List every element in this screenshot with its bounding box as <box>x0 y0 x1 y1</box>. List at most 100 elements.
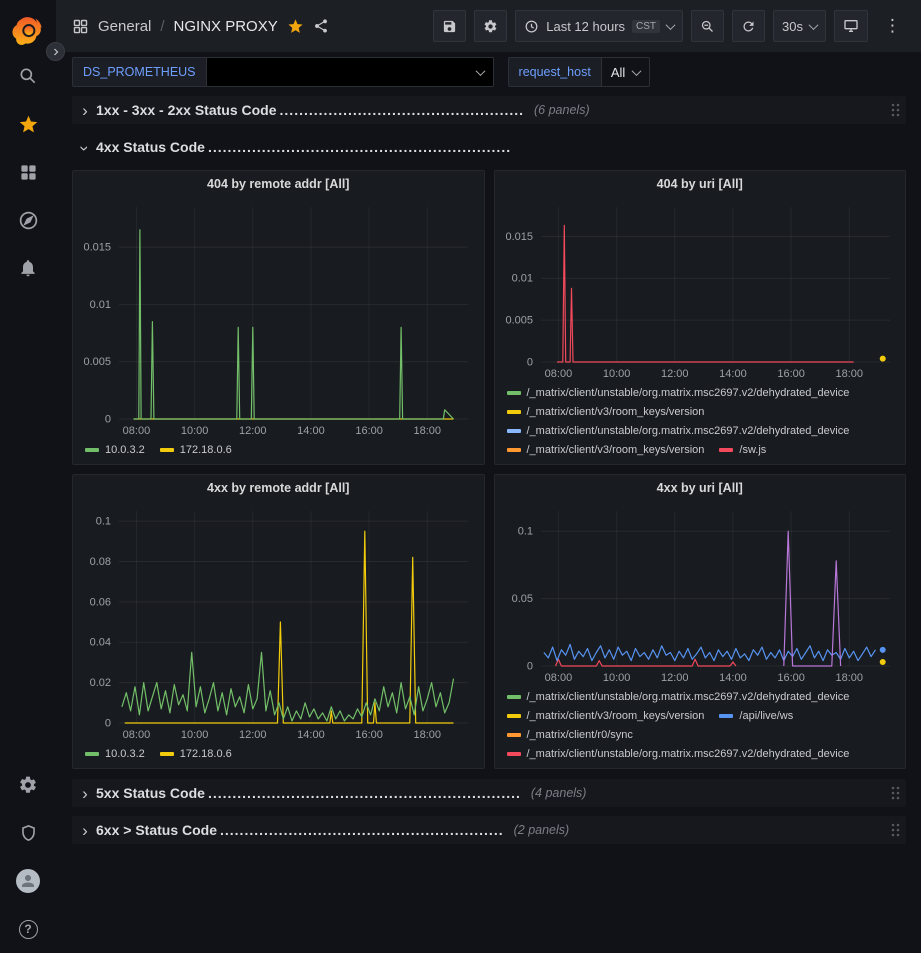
panel-404-by-remote-addr: 404 by remote addr [All] 08:0010:0012:00… <box>72 170 485 465</box>
y-axis-label: 0.01 <box>511 273 532 285</box>
row-panel-count: (6 panels) <box>534 103 590 117</box>
x-axis-label: 08:00 <box>123 729 151 741</box>
row-title: 4xx Status Code <box>96 139 205 155</box>
x-axis-label: 12:00 <box>661 672 689 684</box>
apps-grid-icon <box>72 18 89 35</box>
row-1xx-3xx-2xx[interactable]: › 1xx - 3xx - 2xx Status Code ..........… <box>72 96 906 124</box>
breadcrumb: General / NGINX PROXY <box>72 18 329 35</box>
share-icon[interactable] <box>313 18 329 34</box>
legend-item[interactable]: /_matrix/client/unstable/org.matrix.msc2… <box>507 384 850 402</box>
favorite-star-icon[interactable] <box>287 18 304 35</box>
variable-ds-prometheus: DS_PROMETHEUS <box>72 57 494 87</box>
panel-title[interactable]: 4xx by uri [All] <box>495 475 906 501</box>
panel-grid: 404 by remote addr [All] 08:0010:0012:00… <box>72 170 906 769</box>
more-options-button[interactable]: ⋮ <box>876 10 909 42</box>
time-series-chart[interactable]: 08:0010:0012:0014:0016:0018:0000.0050.01… <box>73 197 484 439</box>
row-title: 6xx > Status Code <box>96 822 217 838</box>
panel-title[interactable]: 4xx by remote addr [All] <box>73 475 484 501</box>
sidebar-starred-button[interactable] <box>0 100 56 148</box>
y-axis-label: 0.08 <box>90 556 111 568</box>
refresh-interval-label: 30s <box>782 19 803 34</box>
drag-dots-icon <box>890 785 900 801</box>
legend-swatch <box>507 410 521 414</box>
row-drag-handle[interactable] <box>890 102 900 118</box>
legend-label: /api/live/ws <box>739 707 793 725</box>
legend-item[interactable]: 10.0.3.2 <box>85 745 145 763</box>
dashboard-title: NGINX PROXY <box>174 18 278 35</box>
legend-swatch <box>85 448 99 452</box>
time-series-chart[interactable]: 08:0010:0012:0014:0016:0018:0000.050.1 <box>495 501 906 686</box>
sidebar-server-admin-button[interactable] <box>0 809 56 857</box>
variable-host-value-dropdown[interactable]: All <box>601 57 650 87</box>
y-axis-label: 0.015 <box>505 231 533 243</box>
y-axis-label: 0.005 <box>83 356 111 368</box>
legend-label: /_matrix/client/v3/room_keys/version <box>527 707 705 725</box>
sidebar-dashboards-button[interactable] <box>0 148 56 196</box>
chevron-right-icon: › <box>76 785 94 802</box>
sidebar-explore-button[interactable] <box>0 196 56 244</box>
time-range-picker[interactable]: Last 12 hours CST <box>515 10 683 42</box>
variable-ds-value-dropdown[interactable] <box>206 57 494 87</box>
legend-item[interactable]: 172.18.0.6 <box>160 441 232 459</box>
legend-item[interactable]: /api/live/ws <box>719 707 793 725</box>
legend-label: 10.0.3.2 <box>105 441 145 459</box>
avatar <box>16 869 40 893</box>
sidebar-profile-button[interactable] <box>0 857 56 905</box>
kebab-icon: ⋮ <box>884 16 901 36</box>
star-icon <box>18 114 39 135</box>
legend-item[interactable]: /_matrix/client/v3/room_keys/version <box>507 441 705 459</box>
legend-label: 10.0.3.2 <box>105 745 145 763</box>
legend-label: /_matrix/client/v3/room_keys/version <box>527 403 705 421</box>
row-5xx[interactable]: › 5xx Status Code ......................… <box>72 779 906 807</box>
series-line <box>125 531 454 723</box>
row-6xx[interactable]: › 6xx > Status Code ....................… <box>72 816 906 844</box>
legend-label: /_matrix/client/unstable/org.matrix.msc2… <box>527 422 850 440</box>
refresh-interval-picker[interactable]: 30s <box>773 10 826 42</box>
legend-item[interactable]: 10.0.3.2 <box>85 441 145 459</box>
x-axis-label: 14:00 <box>719 672 747 684</box>
panel-title[interactable]: 404 by uri [All] <box>495 171 906 197</box>
sidebar-help-button[interactable]: ? <box>0 905 56 953</box>
x-axis-label: 10:00 <box>181 425 209 437</box>
time-series-chart[interactable]: 08:0010:0012:0014:0016:0018:0000.0050.01… <box>495 197 906 382</box>
legend-item[interactable]: /_matrix/client/unstable/org.matrix.msc2… <box>507 745 850 763</box>
time-series-chart[interactable]: 08:0010:0012:0014:0016:0018:0000.020.040… <box>73 501 484 743</box>
variable-ds-label[interactable]: DS_PROMETHEUS <box>72 57 206 87</box>
series-point <box>879 647 885 653</box>
refresh-button[interactable] <box>732 10 765 42</box>
row-drag-handle[interactable] <box>890 822 900 838</box>
panel-title[interactable]: 404 by remote addr [All] <box>73 171 484 197</box>
sidebar-alerting-button[interactable] <box>0 244 56 292</box>
save-dashboard-button[interactable] <box>433 10 466 42</box>
x-axis-label: 18:00 <box>835 672 863 684</box>
cycle-view-mode-button[interactable] <box>834 10 868 42</box>
chevron-down-icon <box>632 66 642 76</box>
sidebar: ? <box>0 0 56 953</box>
sidebar-search-button[interactable] <box>0 52 56 100</box>
zoom-out-time-button[interactable] <box>691 10 724 42</box>
legend-item[interactable]: /_matrix/client/r0/sync <box>507 726 633 744</box>
chart-canvas: 08:0010:0012:0014:0016:0018:0000.0050.01… <box>495 197 906 382</box>
legend-item[interactable]: /_matrix/client/unstable/org.matrix.msc2… <box>507 688 850 706</box>
series-point <box>879 356 885 362</box>
breadcrumb-section[interactable]: General <box>98 18 151 35</box>
legend-item[interactable]: /sw.js <box>719 441 766 459</box>
variable-host-label[interactable]: request_host <box>508 57 601 87</box>
series-line <box>555 659 735 666</box>
legend-item[interactable]: /_matrix/client/v3/room_keys/version <box>507 707 705 725</box>
sidebar-expand-button[interactable] <box>46 42 65 61</box>
row-drag-handle[interactable] <box>890 785 900 801</box>
x-axis-label: 18:00 <box>835 368 863 380</box>
row-4xx[interactable]: › 4xx Status Code ......................… <box>72 133 906 161</box>
legend-item[interactable]: 172.18.0.6 <box>160 745 232 763</box>
dashboard-settings-button[interactable] <box>474 10 507 42</box>
legend-swatch <box>507 391 521 395</box>
legend-swatch <box>507 448 521 452</box>
legend-item[interactable]: /_matrix/client/unstable/org.matrix.msc2… <box>507 422 850 440</box>
chevron-down-icon: › <box>77 139 94 157</box>
legend-swatch <box>160 752 174 756</box>
y-axis-label: 0.015 <box>83 242 111 254</box>
legend-item[interactable]: /_matrix/client/v3/room_keys/version <box>507 403 705 421</box>
x-axis-label: 16:00 <box>355 425 383 437</box>
sidebar-configuration-button[interactable] <box>0 761 56 809</box>
